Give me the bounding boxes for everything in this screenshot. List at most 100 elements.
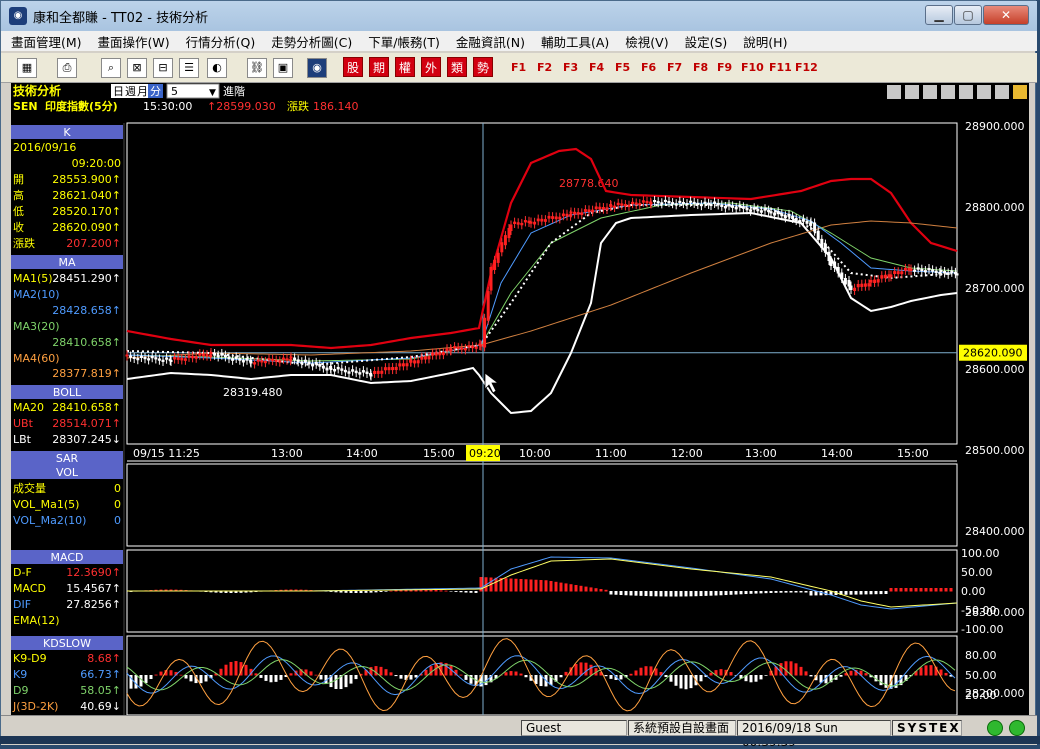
- candle-body: [876, 279, 880, 283]
- menu-item-financial-info[interactable]: 金融資訊(N): [456, 32, 525, 51]
- category-button[interactable]: 類: [447, 57, 467, 77]
- link-icon[interactable]: ⛓: [247, 58, 267, 78]
- kd-histogram-bar: [414, 675, 418, 678]
- candle-body: [471, 345, 475, 349]
- globe-icon[interactable]: ◐: [207, 58, 227, 78]
- period-minute[interactable]: 分: [150, 85, 161, 98]
- window-icon[interactable]: ▣: [273, 58, 293, 78]
- kd-histogram-bar: [689, 675, 693, 689]
- tile-icon[interactable]: ⊟: [153, 58, 173, 78]
- macd-row-value: 27.8256↑: [66, 598, 121, 611]
- candle-body: [241, 359, 245, 363]
- minimize-button[interactable]: ▁: [925, 5, 953, 25]
- menu-item-order-account[interactable]: 下單/帳務(T): [368, 32, 440, 51]
- copy-icon[interactable]: [995, 85, 1009, 99]
- f8-key[interactable]: F8: [693, 61, 708, 74]
- macd-histogram-bar: [729, 591, 733, 595]
- candle-body: [373, 370, 377, 374]
- macd-histogram-bar: [509, 578, 513, 592]
- technical-chart-area[interactable]: 技術分析 日 週 月 分 5 ▼ 進階 SEN 印度指數(5分) 15:30:0…: [11, 83, 1029, 715]
- menu-item-settings[interactable]: 設定(S): [685, 32, 728, 51]
- menu-item-screen-manage[interactable]: 畫面管理(M): [11, 32, 82, 51]
- menu-item-trend-chart[interactable]: 走勢分析圖(C): [271, 32, 352, 51]
- macd-row-label: MACD: [13, 582, 46, 595]
- f12-key[interactable]: F12: [795, 61, 818, 74]
- f11-key[interactable]: F11: [769, 61, 792, 74]
- zoom-out-icon[interactable]: [887, 85, 901, 99]
- macd-histogram-bar: [874, 591, 878, 595]
- menu-item-tools[interactable]: 輔助工具(A): [541, 32, 609, 51]
- save-icon[interactable]: [977, 85, 991, 99]
- f2-key[interactable]: F2: [537, 61, 552, 74]
- f6-key[interactable]: F6: [641, 61, 656, 74]
- f7-key[interactable]: F7: [667, 61, 682, 74]
- futures-button[interactable]: 期: [369, 57, 389, 77]
- layout-icon[interactable]: ▦: [17, 58, 37, 78]
- print-icon[interactable]: ⎙: [57, 58, 77, 78]
- kd-histogram-bar: [604, 675, 608, 677]
- macd-histogram-bar: [919, 588, 923, 592]
- logo-button-icon[interactable]: ◉: [307, 58, 327, 78]
- candle-body: [456, 346, 460, 350]
- options-button[interactable]: 權: [395, 57, 415, 77]
- period-day[interactable]: 日: [113, 85, 124, 98]
- time-axis-label: 15:00: [423, 447, 455, 460]
- f4-key[interactable]: F4: [589, 61, 604, 74]
- candle-body: [692, 201, 696, 204]
- candle-body: [880, 275, 884, 279]
- f1-key[interactable]: F1: [511, 61, 526, 74]
- menu-bar: 畫面管理(M) 畫面操作(W) 行情分析(Q) 走勢分析圖(C) 下單/帳務(T…: [1, 31, 1037, 51]
- chevron-down-icon[interactable]: ▼: [209, 88, 216, 98]
- search-icon[interactable]: ⌕: [101, 58, 121, 78]
- candle-body: [516, 222, 520, 225]
- candle-body: [420, 356, 424, 360]
- macd-histogram-bar: [809, 591, 813, 596]
- macd-histogram-bar: [349, 591, 353, 593]
- candle-body: [813, 222, 817, 232]
- macd-histogram-bar: [644, 591, 648, 597]
- kd-histogram-bar: [459, 674, 463, 676]
- period-week[interactable]: 週: [125, 85, 136, 98]
- magnify-plus-icon[interactable]: [941, 85, 955, 99]
- macd-histogram-bar: [859, 591, 863, 595]
- menu-item-view[interactable]: 檢視(V): [625, 32, 668, 51]
- candle-body: [213, 353, 217, 356]
- chat-icon[interactable]: [959, 85, 973, 99]
- candle-body: [449, 349, 453, 352]
- volume-plot-frame[interactable]: [126, 463, 958, 547]
- macd-histogram-bar: [944, 588, 948, 592]
- candle-body: [923, 270, 927, 273]
- candle-body: [307, 361, 311, 365]
- period-month[interactable]: 月: [137, 85, 148, 98]
- candle-body: [685, 203, 689, 206]
- f10-key[interactable]: F10: [741, 61, 764, 74]
- maximize-button[interactable]: ▢: [954, 5, 982, 25]
- menu-item-help[interactable]: 說明(H): [743, 32, 787, 51]
- k-row-label: 低: [13, 205, 24, 218]
- f5-key[interactable]: F5: [615, 61, 630, 74]
- menu-item-screen-operate[interactable]: 畫面操作(W): [98, 32, 170, 51]
- menu-item-quote-analysis[interactable]: 行情分析(Q): [186, 32, 256, 51]
- candle-body: [540, 218, 544, 222]
- trend-button[interactable]: 勢: [473, 57, 493, 77]
- candle-body: [656, 201, 660, 204]
- kd-histogram-bar: [574, 664, 578, 676]
- zoom-in-icon[interactable]: [905, 85, 919, 99]
- macd-histogram-bar: [904, 588, 908, 592]
- advanced-button[interactable]: 進階: [223, 84, 245, 98]
- f9-key[interactable]: F9: [717, 61, 732, 74]
- f3-key[interactable]: F3: [563, 61, 578, 74]
- settings-icon[interactable]: [1013, 85, 1027, 99]
- candle-body: [496, 252, 500, 263]
- candle-body: [173, 356, 177, 360]
- close-window-icon[interactable]: ⊠: [127, 58, 147, 78]
- magnify-minus-icon[interactable]: [923, 85, 937, 99]
- close-button[interactable]: ✕: [983, 5, 1029, 25]
- list-icon[interactable]: ☰: [179, 58, 199, 78]
- candle-body: [198, 353, 202, 356]
- candle-body: [216, 354, 220, 358]
- candle-body: [271, 358, 275, 362]
- stock-button[interactable]: 股: [343, 57, 363, 77]
- foreign-button[interactable]: 外: [421, 57, 441, 77]
- price-tick-label: 28600.000: [965, 363, 1025, 376]
